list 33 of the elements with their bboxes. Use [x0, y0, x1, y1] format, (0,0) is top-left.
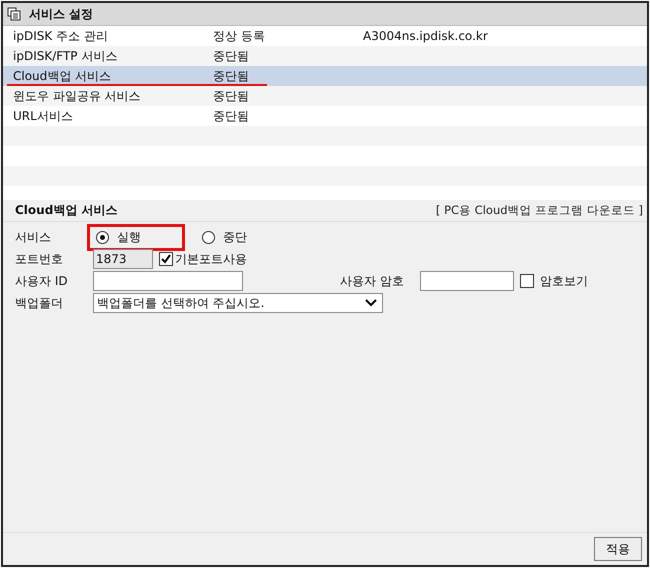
service-row[interactable]: 윈도우 파일공유 서비스 중단됨	[3, 86, 647, 106]
field-label: 사용자 암호	[340, 272, 405, 290]
service-row[interactable]: Cloud백업 서비스 중단됨	[3, 66, 647, 86]
service-name: 윈도우 파일공유 서비스	[12, 88, 142, 104]
download-link[interactable]: [ PC용 Cloud백업 프로그램 다운로드 ]	[436, 203, 643, 218]
caret-icon	[364, 298, 378, 308]
service-row[interactable]: ipDISK/FTP 서비스 중단됨	[3, 46, 647, 66]
service-address: A3004ns.ipdisk.co.kr	[363, 29, 488, 43]
port-field[interactable]: 1873	[93, 249, 153, 269]
service-status: 중단됨	[213, 68, 250, 84]
radio-option[interactable]: 중단	[193, 224, 291, 250]
service-name: ipDISK/FTP 서비스	[12, 48, 118, 64]
panel-title: 서비스 설정	[29, 6, 94, 22]
service-name: ipDISK 주소 관리	[12, 28, 109, 44]
service-status: 정상 등록	[213, 28, 266, 44]
apply-button[interactable]: 적용	[594, 537, 642, 561]
service-status: 중단됨	[213, 48, 250, 64]
section-title: Cloud백업 서비스	[15, 202, 118, 219]
field-label: 서비스	[15, 228, 52, 246]
field-label: 포트번호	[15, 250, 64, 268]
folder-dropdown[interactable]: 백업폴더를 선택하여 주십시오.	[93, 293, 383, 313]
service-status: 중단됨	[213, 88, 250, 104]
service-name: URL서비스	[12, 108, 74, 124]
windows-icon	[7, 7, 21, 21]
checkbox[interactable]: 기본포트사용	[159, 250, 247, 268]
input-field[interactable]	[93, 271, 243, 291]
field-label: 백업폴더	[15, 294, 64, 312]
input-field[interactable]	[420, 271, 514, 291]
field-label: 사용자 ID	[15, 272, 69, 290]
service-status: 중단됨	[213, 108, 250, 124]
checkmark-icon	[160, 253, 172, 265]
checkbox[interactable]: 암호보기	[520, 272, 588, 290]
service-name: Cloud백업 서비스	[12, 68, 112, 84]
